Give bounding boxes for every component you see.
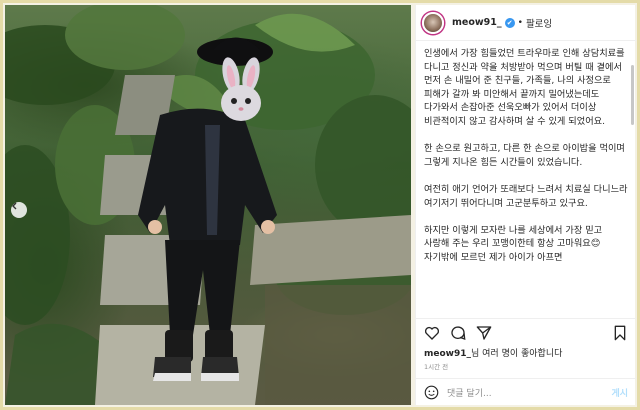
caption-scrollbar[interactable] [631, 65, 634, 125]
post-caption: 인생에서 가장 힘들었던 트라우마로 인해 상담치료를 다니고 정신과 약을 처… [424, 47, 629, 315]
share-icon[interactable] [476, 325, 492, 341]
prev-image-button[interactable] [11, 202, 27, 218]
post-sidebar: meow91_ ✔ • 팔로잉 인생에서 가장 힘들었던 트라우마로 인해 상담… [415, 5, 636, 405]
bookmark-icon[interactable] [612, 325, 628, 341]
action-bar [416, 318, 636, 344]
likes-summary: meow91_님 여러 명이 좋아합니다 [424, 346, 562, 359]
post-comment-button[interactable]: 게시 [611, 386, 628, 399]
pond [265, 285, 411, 405]
caption-paragraph: 여전히 애기 언어가 또래보다 느려서 치료실 다니느라 여기저기 뛰어다니며 … [424, 183, 628, 209]
caption-paragraph: 한 손으로 원고하고, 다른 한 손으로 아이밥을 먹이며 그렇게 지나온 힘든… [424, 143, 625, 168]
comment-input[interactable]: 댓글 달기... [447, 386, 611, 399]
likes-suffix: 님 여러 명이 좋아합니다 [471, 349, 563, 359]
post-timestamp[interactable]: 1시간 전 [424, 361, 448, 371]
heart-icon[interactable] [424, 325, 440, 341]
post-photo[interactable] [5, 5, 411, 405]
following-button[interactable]: 팔로잉 [526, 16, 552, 30]
username-link[interactable]: meow91_ [452, 17, 502, 28]
caption-paragraph: 자기밖에 모르던 제가 아이가 아프면 [424, 251, 563, 263]
verified-badge-icon: ✔ [504, 17, 515, 28]
photo-scene [5, 5, 411, 405]
chevron-left-icon [12, 202, 17, 210]
avatar[interactable] [422, 11, 444, 34]
comment-icon[interactable] [450, 325, 466, 341]
caption-paragraph: 하지만 이렇게 모자란 나를 세상에서 가장 믿고 사랑해 주는 우리 꼬맹이한… [424, 224, 603, 250]
comment-bar: 댓글 달기... 게시 [416, 378, 636, 405]
caption-paragraph: 인생에서 가장 힘들었던 트라우마로 인해 상담치료를 다니고 정신과 약을 처… [424, 48, 625, 127]
likes-user-link[interactable]: meow91_ [424, 349, 471, 359]
post-header: meow91_ ✔ • 팔로잉 [416, 5, 636, 41]
separator-dot: • [517, 17, 523, 28]
emoji-icon[interactable] [424, 385, 439, 400]
